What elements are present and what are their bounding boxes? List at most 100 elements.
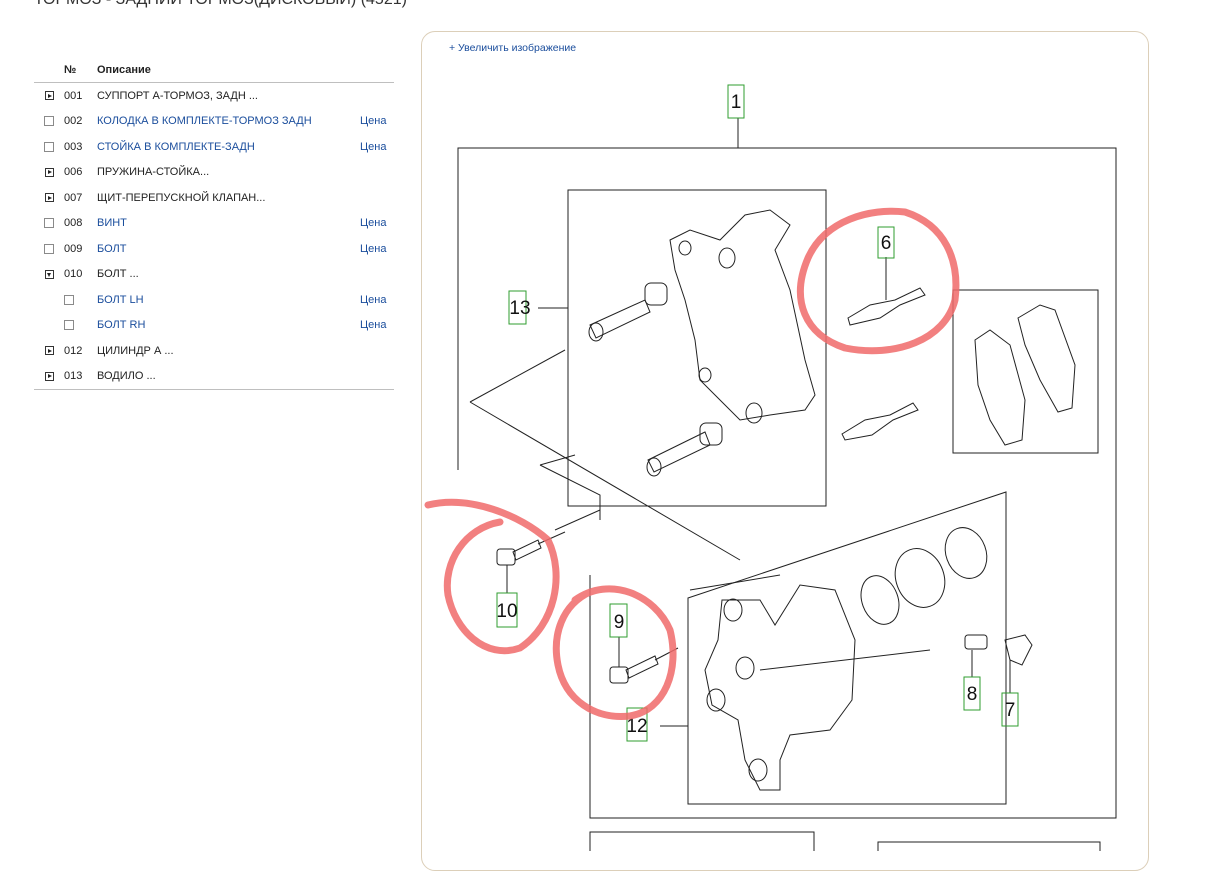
part-link[interactable]: ВИНТ [97,217,127,229]
part-description: ВОДИЛО ... [97,370,156,383]
header-number: № [64,58,97,83]
row-number: 009 [64,242,83,255]
table-row: 008 ВИНТ Цена [34,211,394,237]
row-price-cell: Цена [360,211,394,237]
part-link[interactable]: СТОЙКА В КОМПЛЕКТЕ-ЗАДН [97,141,255,153]
part-link[interactable]: БОЛТ RH [97,319,145,331]
row-control-cell [34,287,64,313]
brake-pad-1 [974,329,1026,446]
collapse-arrow-icon[interactable] [44,269,54,279]
bolt-9 [609,666,629,684]
parts-diagram: 1 6 13 10 9 12 8 7 [424,84,1117,851]
part-link[interactable]: БОЛТ LH [97,294,144,306]
row-price-cell [360,262,394,288]
table-row: 010 БОЛТ ... [34,262,394,288]
table-row: БОЛТ RH Цена [34,313,394,339]
table-row: 003 СТОЙКА В КОМПЛЕКТЕ-ЗАДН Цена [34,134,394,160]
row-description-cell: ВИНТ [97,211,360,237]
expand-arrow-icon[interactable] [44,91,54,101]
part-description: СУППОРТ А-ТОРМОЗ, ЗАДН ... [97,89,258,102]
part-description: БОЛТ ... [97,268,139,281]
part-link[interactable]: КОЛОДКА В КОМПЛЕКТЕ-ТОРМОЗ ЗАДН [97,115,312,127]
table-row: 001 СУППОРТ А-ТОРМОЗ, ЗАДН ... [34,83,394,109]
callout-1: 1 [731,92,742,113]
annotation-circle-9 [552,585,677,720]
row-price-cell: Цена [360,109,394,135]
row-number: 003 [64,140,83,153]
price-link[interactable]: Цена [360,217,386,229]
row-description-cell: ЩИТ-ПЕРЕПУСКНОЙ КЛАПАН... [97,185,360,211]
bolt-10 [496,548,516,566]
row-control-cell [34,211,64,237]
row-checkbox[interactable] [64,320,74,331]
row-number: 002 [64,115,83,128]
row-control-cell [34,83,64,109]
price-link[interactable]: Цена [360,141,386,153]
callout-7: 7 [1005,700,1016,721]
part-link[interactable]: БОЛТ [97,243,126,255]
row-control-cell [34,185,64,211]
caliper-body [704,584,856,791]
row-description-cell: КОЛОДКА В КОМПЛЕКТЕ-ТОРМОЗ ЗАДН [97,109,360,135]
caliper-frame [687,491,1007,805]
expand-arrow-icon[interactable] [44,371,54,381]
row-checkbox[interactable] [44,141,54,152]
row-checkbox[interactable] [44,218,54,229]
callout-8: 8 [967,684,978,705]
table-row: БОЛТ LH Цена [34,287,394,313]
row-price-cell: Цена [360,313,394,339]
annotation-circle-10 [424,498,560,655]
table-row: 002 КОЛОДКА В КОМПЛЕКТЕ-ТОРМОЗ ЗАДН Цена [34,109,394,135]
price-link[interactable]: Цена [360,294,386,306]
price-link[interactable]: Цена [360,115,386,127]
expand-arrow-icon[interactable] [44,193,54,203]
row-control-cell [34,363,64,390]
row-price-cell [360,83,394,109]
table-row: 012 ЦИЛИНДР А ... [34,338,394,364]
price-link[interactable]: Цена [360,319,386,331]
page-title: ТОРМОЗ - ЗАДНИЙ ТОРМОЗ(ДИСКОВЫЙ) (4521) [34,0,407,9]
row-checkbox[interactable] [44,116,54,127]
row-price-cell: Цена [360,134,394,160]
part-description: ЦИЛИНДР А ... [97,344,174,357]
row-description-cell: БОЛТ ... [97,262,360,288]
price-link[interactable]: Цена [360,243,386,255]
row-price-cell [360,338,394,364]
parts-table: № Описание 001 СУППОРТ А-ТОРМОЗ, ЗАДН ...… [34,58,394,390]
row-checkbox[interactable] [44,243,54,254]
table-header: № Описание [34,58,394,83]
row-number [64,287,97,313]
brake-pad-2 [1017,304,1076,413]
pads-frame [952,289,1099,454]
part-description: ЩИТ-ПЕРЕПУСКНОЙ КЛАПАН... [97,191,266,204]
row-number: 007 [64,191,83,204]
row-description-cell: БОЛТ [97,236,360,262]
row-price-cell [360,185,394,211]
row-control-cell [34,262,64,288]
row-number [64,313,97,339]
expand-arrow-icon[interactable] [44,167,54,177]
header-description: Описание [97,58,360,83]
header-price [360,58,394,83]
expand-arrow-icon[interactable] [44,346,54,356]
row-number: 012 [64,344,83,357]
carrier-frame [567,189,827,507]
row-control-cell [34,338,64,364]
row-price-cell [360,363,394,390]
row-control-cell [34,134,64,160]
row-price-cell: Цена [360,287,394,313]
row-checkbox[interactable] [64,294,74,305]
row-description-cell: ЦИЛИНДР А ... [97,338,360,364]
row-number: 001 [64,89,83,102]
row-description-cell: ВОДИЛО ... [97,363,360,390]
row-description-cell: ПРУЖИНА-СТОЙКА... [97,160,360,186]
row-description-cell: БОЛТ LH [97,287,360,313]
row-number: 006 [64,166,83,179]
row-control-cell [34,313,64,339]
carrier-bracket [669,209,816,421]
main-frame [457,147,1117,819]
table-row: 007 ЩИТ-ПЕРЕПУСКНОЙ КЛАПАН... [34,185,394,211]
table-row: 009 БОЛТ Цена [34,236,394,262]
row-number: 010 [64,268,83,281]
row-price-cell: Цена [360,236,394,262]
